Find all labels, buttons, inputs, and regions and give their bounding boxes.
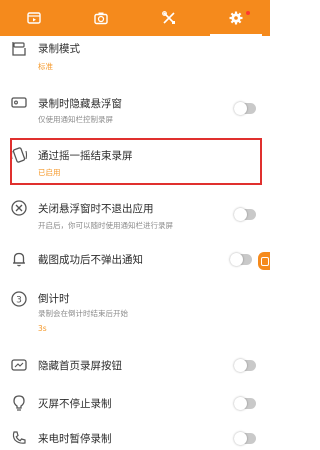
lightbulb-icon [13,395,25,411]
screen-record-icon [26,12,41,24]
close-float-toggle[interactable] [234,208,256,221]
setting-screen-off[interactable]: 灭屏不停止录制 [0,392,270,416]
highlight-box [10,138,262,185]
gear-icon [229,11,243,25]
close-float-title: 关闭悬浮窗时不退出应用 [38,203,154,215]
floating-record-button[interactable] [258,252,270,270]
countdown-value: 3s [38,324,47,333]
countdown-desc: 录制会在倒计时结束后开始 [38,309,128,318]
setting-countdown[interactable]: 3 倒计时 录制会在倒计时结束后开始 3s [0,286,270,336]
setting-call-pause[interactable]: 来电时暂停录制 [0,428,270,450]
tab-screenshot[interactable] [67,0,134,36]
video-camera-icon [11,97,27,108]
svg-text:3: 3 [16,296,22,306]
notification-badge [246,11,250,15]
call-pause-title: 来电时暂停录制 [38,433,112,445]
setting-close-float[interactable]: 关闭悬浮窗时不退出应用 开启后，你可以随时使用通知栏进行录屏 [0,194,270,240]
setting-no-notify[interactable]: 截图成功后不弹出通知 [0,246,270,274]
bell-icon [13,252,25,267]
record-mode-icon [12,42,26,56]
call-pause-toggle[interactable] [234,432,256,445]
hide-home-btn-toggle[interactable] [234,359,256,372]
record-mode-title: 录制模式 [38,43,80,55]
hide-float-desc: 仅使用通知栏控制录屏 [38,115,113,124]
close-circle-icon [11,200,27,216]
screen-off-title: 灭屏不停止录制 [38,398,112,410]
screen-off-toggle[interactable] [234,397,256,410]
no-notify-title: 截图成功后不弹出通知 [38,254,143,266]
hide-home-btn-title: 隐藏首页录屏按钮 [38,360,122,372]
tab-screen-record[interactable] [0,0,67,36]
countdown-icon: 3 [11,291,27,307]
close-float-desc: 开启后，你可以随时使用通知栏进行录屏 [38,221,173,230]
record-button-icon [11,359,27,371]
no-notify-toggle[interactable] [230,253,252,266]
countdown-title: 倒计时 [38,293,70,305]
record-mode-value: 标准 [38,62,53,71]
hide-float-toggle[interactable] [234,102,256,115]
setting-record-mode[interactable]: 录制模式 标准 [0,36,270,76]
camera-icon [93,12,108,25]
setting-hide-float[interactable]: 录制时隐藏悬浮窗 仅使用通知栏控制录屏 [0,88,270,134]
tools-icon [161,11,175,24]
setting-hide-home-btn[interactable]: 隐藏首页录屏按钮 [0,354,270,378]
tab-tools[interactable] [135,0,202,36]
top-tab-bar [0,0,270,36]
phone-call-icon [12,431,26,444]
hide-float-title: 录制时隐藏悬浮窗 [38,98,122,110]
tab-settings[interactable] [202,0,270,36]
